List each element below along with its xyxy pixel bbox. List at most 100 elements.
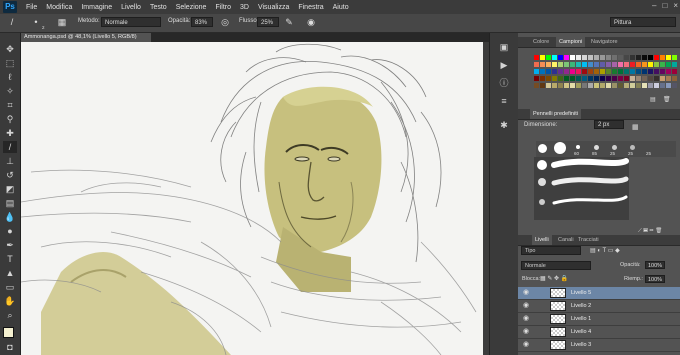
color-swatch[interactable] (636, 62, 641, 67)
tab-canali[interactable]: Canali (555, 235, 577, 245)
color-swatch[interactable] (618, 69, 623, 74)
color-swatch[interactable] (612, 76, 617, 81)
color-swatch[interactable] (660, 62, 665, 67)
color-swatch[interactable] (642, 69, 647, 74)
menu-finestra[interactable]: Finestra (298, 4, 323, 11)
color-swatch[interactable] (546, 55, 551, 60)
color-swatch[interactable] (672, 69, 677, 74)
color-swatch[interactable] (612, 69, 617, 74)
color-swatch[interactable] (552, 83, 557, 88)
color-swatch[interactable] (588, 55, 593, 60)
color-swatch[interactable] (576, 55, 581, 60)
brush-panel-toggle-icon[interactable]: ▦ (56, 17, 68, 28)
color-swatch[interactable] (654, 69, 659, 74)
brush-settings-icon[interactable]: ▦ (632, 123, 639, 131)
quick-select-tool-icon[interactable]: ✧ (3, 85, 17, 97)
blend-mode-select[interactable]: Normale (521, 261, 591, 270)
color-swatch[interactable] (612, 62, 617, 67)
crop-tool-icon[interactable]: ⌗ (3, 99, 17, 111)
color-swatch[interactable] (582, 83, 587, 88)
color-swatch[interactable] (582, 62, 587, 67)
properties-panel-icon[interactable]: ≡ (497, 95, 511, 107)
color-swatch[interactable] (600, 62, 605, 67)
menu-filtro[interactable]: Filtro (215, 4, 231, 11)
tab-livelli[interactable]: Livelli (532, 235, 552, 245)
history-brush-tool-icon[interactable]: ↺ (3, 169, 17, 181)
color-swatch[interactable] (564, 76, 569, 81)
color-swatch[interactable] (642, 55, 647, 60)
eraser-tool-icon[interactable]: ◩ (3, 183, 17, 195)
pen-tool-icon[interactable]: ✒ (3, 239, 17, 251)
color-swatch[interactable] (618, 62, 623, 67)
eye-icon[interactable]: ◉ (522, 315, 530, 323)
menu-modifica[interactable]: Modifica (46, 4, 72, 11)
color-swatch[interactable] (588, 69, 593, 74)
pressure-opacity-icon[interactable]: ◎ (219, 17, 231, 28)
color-swatch[interactable] (540, 76, 545, 81)
delete-swatch-icon[interactable]: 🗑 (663, 96, 671, 103)
maximize-button[interactable]: □ (662, 1, 667, 10)
color-swatch[interactable] (582, 55, 587, 60)
fill-input[interactable]: 100% (645, 275, 665, 283)
color-swatch[interactable] (564, 62, 569, 67)
blur-tool-icon[interactable]: 💧 (3, 211, 17, 223)
menu-testo[interactable]: Testo (150, 4, 167, 11)
move-tool-icon[interactable]: ✥ (3, 43, 17, 55)
color-swatch[interactable] (558, 83, 563, 88)
hand-tool-icon[interactable]: ✋ (3, 295, 17, 307)
color-swatch[interactable] (546, 83, 551, 88)
layer-row[interactable]: ◉ Livello 4 (518, 326, 680, 339)
color-swatch[interactable] (558, 62, 563, 67)
color-swatch[interactable] (618, 55, 623, 60)
minimize-button[interactable]: – (652, 1, 656, 10)
color-swatch[interactable] (588, 83, 593, 88)
tab-navigatore[interactable]: Navigatore (588, 37, 621, 47)
color-swatch[interactable] (630, 69, 635, 74)
color-swatch[interactable] (624, 62, 629, 67)
flusso-input[interactable]: 25% (257, 17, 279, 27)
color-swatch[interactable] (660, 83, 665, 88)
layer-row[interactable]: ◉ Livello 2 (518, 300, 680, 313)
color-swatch[interactable] (666, 62, 671, 67)
tab-colore[interactable]: Colore (530, 37, 552, 47)
quick-mask-icon[interactable]: ◘ (3, 341, 17, 353)
menu-selezione[interactable]: Selezione (176, 4, 207, 11)
brush-preset-1[interactable] (538, 144, 547, 153)
color-swatch[interactable] (540, 69, 545, 74)
eye-icon[interactable]: ◉ (522, 302, 530, 310)
color-swatch[interactable] (660, 55, 665, 60)
color-swatch[interactable] (576, 76, 581, 81)
color-swatch[interactable] (648, 69, 653, 74)
color-swatch[interactable] (540, 62, 545, 67)
info-panel-icon[interactable]: ⓘ (497, 77, 511, 89)
color-swatch[interactable] (642, 62, 647, 67)
marquee-tool-icon[interactable]: ⬚ (3, 57, 17, 69)
type-tool-icon[interactable]: T (3, 253, 17, 265)
layer-filter-icons[interactable]: ▤ ◐ T ▭ ◆ (590, 247, 620, 254)
color-swatch[interactable] (594, 62, 599, 67)
color-swatch[interactable] (630, 83, 635, 88)
layer-row[interactable]: ◉ Livello 3 (518, 339, 680, 352)
color-swatch[interactable] (666, 76, 671, 81)
healing-tool-icon[interactable]: ✚ (3, 127, 17, 139)
color-swatch[interactable] (636, 69, 641, 74)
color-swatch[interactable] (534, 69, 539, 74)
color-swatch[interactable] (642, 76, 647, 81)
color-swatch[interactable] (648, 62, 653, 67)
dodge-tool-icon[interactable]: ● (3, 225, 17, 237)
eyedropper-tool-icon[interactable]: ⚲ (3, 113, 17, 125)
eye-icon[interactable]: ◉ (522, 289, 530, 297)
color-swatch[interactable] (612, 83, 617, 88)
color-swatch[interactable] (600, 69, 605, 74)
color-swatch[interactable] (660, 69, 665, 74)
tab-campioni[interactable]: Campioni (556, 37, 586, 47)
color-swatch[interactable] (552, 62, 557, 67)
color-swatch[interactable] (588, 62, 593, 67)
color-swatch[interactable] (588, 76, 593, 81)
color-swatch[interactable] (600, 83, 605, 88)
menu-livello[interactable]: Livello (121, 4, 141, 11)
brush-picker-icon[interactable]: • (30, 17, 42, 28)
color-swatch[interactable] (654, 55, 659, 60)
document-tab[interactable]: Ammonanga.psd @ 48,1% (Livello 5, RGB/8) (21, 33, 151, 42)
color-swatch[interactable] (630, 76, 635, 81)
